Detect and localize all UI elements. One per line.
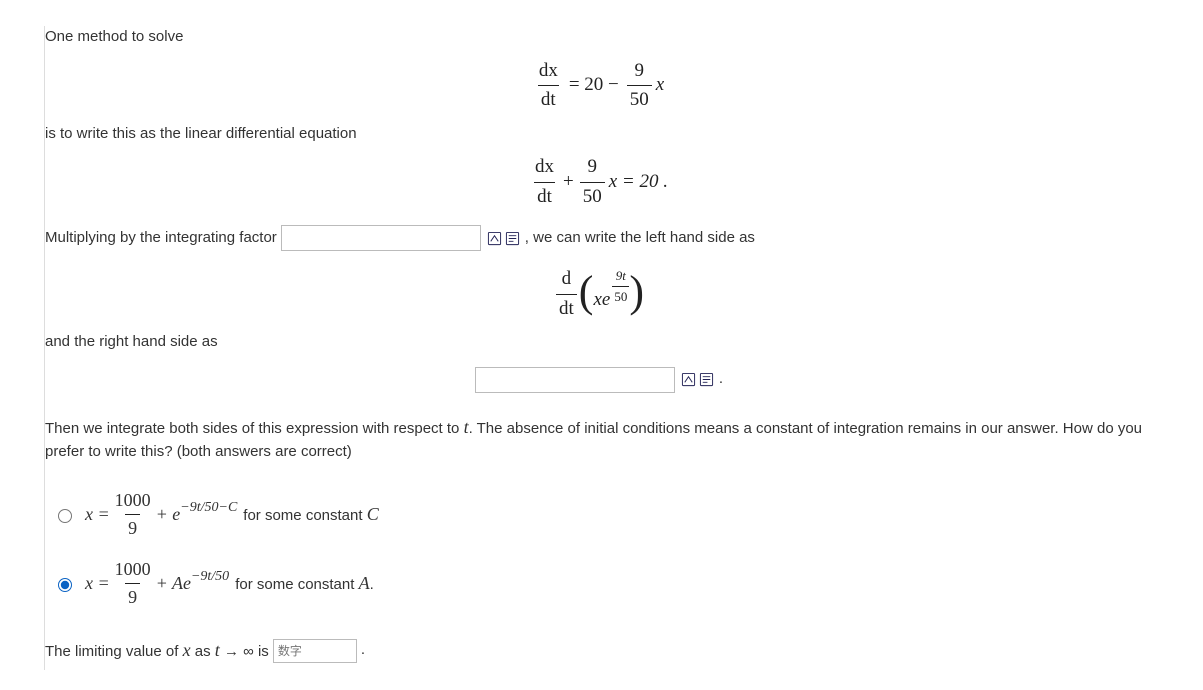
eq1-x: x	[656, 71, 664, 100]
opt2-x: x =	[85, 570, 110, 597]
opt1-exp: −9t/50−C	[180, 497, 237, 518]
option-1-radio[interactable]	[58, 509, 72, 523]
eq3-ddt: d dt	[556, 265, 577, 323]
period-2: .	[719, 368, 723, 391]
integrating-factor-input[interactable]	[281, 225, 481, 251]
option-2-radio[interactable]	[58, 578, 72, 592]
opt1-frac: 1000 9	[112, 487, 154, 542]
fraction-dxdt: dx dt	[536, 57, 561, 115]
eq2-dxdt: dx dt	[532, 153, 557, 211]
help-icon[interactable]	[699, 372, 715, 388]
eq2-plus: +	[563, 168, 574, 197]
rparen: )	[629, 274, 644, 309]
equation-2: dx dt + 9 50 x = 20 .	[45, 153, 1153, 211]
p5-text: Then we integrate both sides of this exp…	[45, 414, 1153, 464]
opt2-suffix: for some constant A.	[235, 570, 374, 597]
p3a-text: Multiplying by the integrating factor	[45, 227, 277, 250]
eq1-equals: = 20 −	[569, 71, 619, 100]
eq3-xe: xe	[593, 286, 610, 315]
equation-1: dx dt = 20 − 9 50 x	[45, 57, 1153, 115]
eq3-exp-den: 50	[612, 286, 629, 307]
opt1-mid: + e	[156, 501, 181, 528]
p4-text: and the right hand side as	[45, 331, 1153, 354]
preview-icon[interactable]	[681, 372, 697, 388]
preview-icon[interactable]	[487, 230, 503, 246]
opt2-exp: −9t/50	[191, 566, 229, 587]
lparen: (	[579, 274, 594, 309]
p3-line: Multiplying by the integrating factor , …	[45, 225, 755, 251]
p6a: The limiting value of x as t → ∞ is	[45, 637, 269, 664]
help-icon[interactable]	[505, 230, 521, 246]
opt1-x: x =	[85, 501, 110, 528]
opt2-frac: 1000 9	[112, 556, 154, 611]
limit-line: The limiting value of x as t → ∞ is .	[45, 637, 365, 664]
eq2-9-50: 9 50	[580, 153, 605, 211]
fraction-9-50: 9 50	[627, 57, 652, 115]
option-2-row: x = 1000 9 + Ae −9t/50 for some constant…	[53, 556, 1153, 611]
p3b-text: , we can write the left hand side as	[525, 227, 755, 250]
option-1-row: x = 1000 9 + e −9t/50−C for some constan…	[53, 487, 1153, 542]
eq3-exp-num: 9t	[616, 266, 626, 286]
help-icons-2	[681, 372, 715, 388]
help-icons-1	[487, 230, 521, 246]
p6b: .	[361, 639, 365, 662]
opt1-suffix: for some constant C	[243, 501, 378, 528]
eq2-rest: x = 20 .	[609, 168, 668, 197]
intro-text: One method to solve	[45, 26, 1153, 49]
equation-3: d dt ( xe 9t 50 )	[45, 265, 1153, 323]
limit-input[interactable]	[273, 639, 357, 663]
p2-text: is to write this as the linear different…	[45, 123, 1153, 146]
opt2-mid: + Ae	[156, 570, 191, 597]
rhs-input[interactable]	[475, 367, 675, 393]
